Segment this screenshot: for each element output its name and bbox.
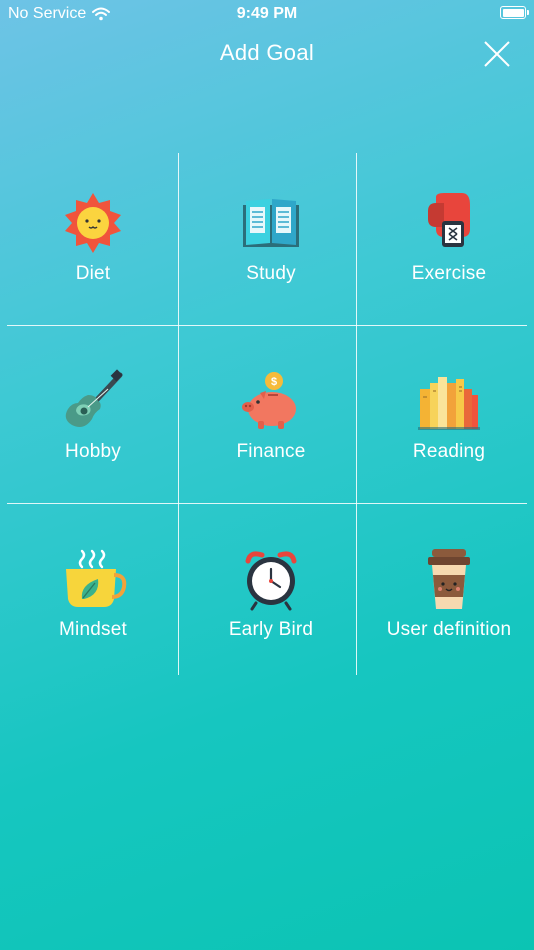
goal-exercise[interactable]: Exercise [363,153,534,325]
book-icon [243,199,299,247]
goal-label: Hobby [65,441,121,462]
goal-label: Early Bird [228,619,314,640]
goal-study[interactable]: Study [185,153,357,325]
goal-diet[interactable]: Diet [7,153,179,325]
nav-bar: Add Goal [0,28,534,80]
goal-label: User definition [386,619,512,640]
grid-divider [7,503,527,504]
goal-reading[interactable]: Reading [363,331,534,503]
books-icon [418,377,480,430]
sun-icon [65,193,121,253]
svg-text:$: $ [271,376,277,388]
guitar-icon [65,369,123,427]
page-title: Add Goal [219,40,315,65]
goal-label: Exercise [411,263,487,284]
grid-divider [7,325,527,326]
goal-mindset[interactable]: Mindset [7,509,179,681]
goal-label: Finance [236,441,306,462]
goal-label: Study [246,263,296,284]
goal-label: Diet [75,263,111,284]
goal-user-definition[interactable]: User definition [363,509,534,681]
goal-hobby[interactable]: Hobby [7,331,179,503]
clock: 9:49 PM [236,5,298,22]
boxing-glove-icon [428,193,470,247]
goal-label: Mindset [59,619,127,640]
alarm-clock-icon [245,551,297,611]
coffee-cup-icon [428,549,470,609]
goal-grid: Diet Study Exercise Hobby $ Finance Read… [7,153,527,675]
status-bar: No Service 9:49 PM [0,0,534,28]
piggy-bank-icon: $ [242,372,296,429]
goal-finance[interactable]: $ Finance [185,331,357,503]
goal-label: Reading [412,441,486,462]
tea-cup-icon [66,549,127,607]
battery-icon [500,6,529,19]
goal-early-bird[interactable]: Early Bird [185,509,357,681]
close-icon[interactable] [482,39,512,69]
